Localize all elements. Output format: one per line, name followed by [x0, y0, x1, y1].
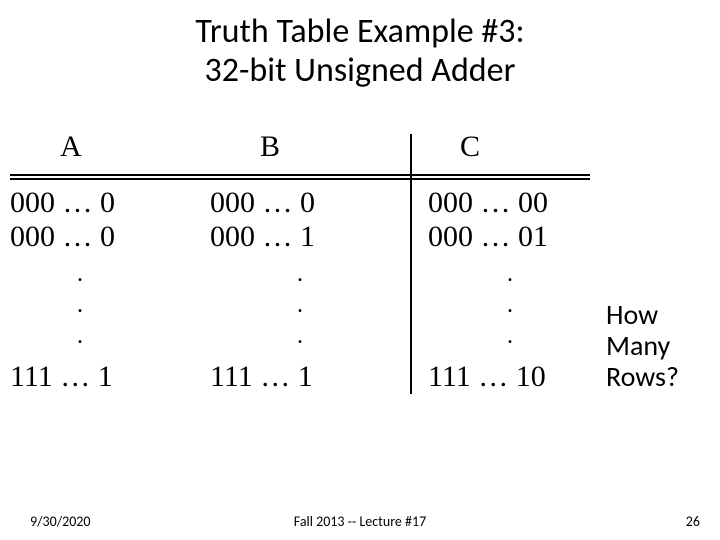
col-header-A: A: [10, 130, 210, 164]
vertical-rule-bc: [410, 134, 412, 394]
slide-title: Truth Table Example #3: 32-bit Unsigned …: [0, 0, 720, 90]
cell-C: 000 … 01: [410, 222, 590, 252]
cell-C: 000 … 00: [410, 188, 590, 218]
ellipsis-dot: .: [410, 328, 590, 345]
annotation-line: Many: [606, 331, 679, 362]
ellipsis-dot: .: [410, 297, 590, 314]
cell-A: 000 … 0: [10, 188, 210, 218]
ellipsis-dot: .: [10, 328, 210, 345]
table-body: 000 … 0 000 … 0 000 … 00 000 … 0 000 … 1…: [10, 188, 590, 392]
ellipsis-dot: .: [210, 297, 410, 314]
ellipsis-row: . . .: [10, 328, 590, 345]
ellipsis-row: . . .: [10, 266, 590, 283]
header-rule: [10, 174, 590, 180]
ellipsis-row: . . .: [10, 297, 590, 314]
footer-page-number: 26: [686, 513, 700, 530]
table-header-row: A B C: [10, 130, 590, 164]
cell-A: 111 … 1: [10, 362, 210, 392]
footer-course: Fall 2013 -- Lecture #17: [0, 513, 720, 530]
col-header-C: C: [410, 130, 590, 164]
table-row: 000 … 0 000 … 0 000 … 00: [10, 188, 590, 218]
ellipsis-dot: .: [210, 266, 410, 283]
ellipsis-dot: .: [410, 266, 590, 283]
annotation-line: Rows?: [606, 362, 679, 393]
ellipsis-dot: .: [210, 328, 410, 345]
cell-C: 111 … 10: [410, 362, 590, 392]
truth-table: A B C 000 … 0 000 … 0 000 … 00 000 … 0 0…: [10, 130, 590, 396]
question-annotation: How Many Rows?: [606, 300, 679, 392]
ellipsis-dot: .: [10, 266, 210, 283]
annotation-line: How: [606, 300, 679, 331]
title-line-1: Truth Table Example #3:: [0, 12, 720, 51]
cell-B: 000 … 1: [210, 222, 410, 252]
cell-B: 111 … 1: [210, 362, 410, 392]
table-row: 111 … 1 111 … 1 111 … 10: [10, 362, 590, 392]
cell-A: 000 … 0: [10, 222, 210, 252]
title-line-2: 32-bit Unsigned Adder: [0, 51, 720, 90]
col-header-B: B: [210, 130, 410, 164]
cell-B: 000 … 0: [210, 188, 410, 218]
table-row: 000 … 0 000 … 1 000 … 01: [10, 222, 590, 252]
ellipsis-dot: .: [10, 297, 210, 314]
